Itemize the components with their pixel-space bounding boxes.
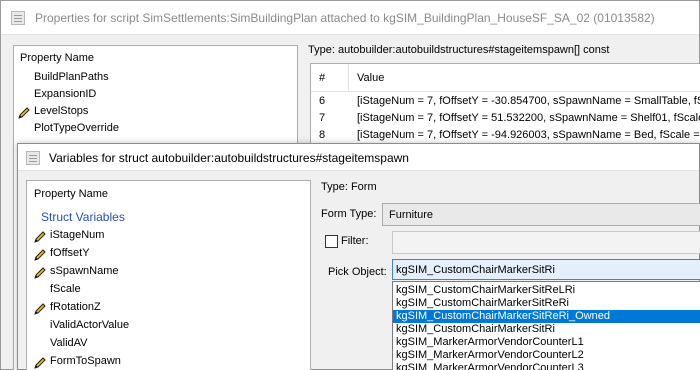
dialog-title: Variables for struct autobuilder:autobui…: [49, 151, 409, 165]
pencil-icon: [33, 230, 47, 244]
pick-object-label: Pick Object:: [328, 266, 387, 278]
pencil-icon: [33, 356, 47, 370]
variable-item[interactable]: fScale: [50, 283, 81, 300]
property-label: PlotTypeOverride: [34, 122, 119, 134]
variable-item[interactable]: sSpawnName: [34, 265, 119, 282]
struct-variable-list[interactable]: Property Name Struct Variables iStageNum…: [26, 180, 311, 370]
variable-label: iValidActorValue: [50, 319, 130, 331]
type-label: Type: Form: [321, 181, 377, 193]
table-row[interactable]: 7 [iStageNum = 7, fOffsetY = 51.532200, …: [311, 110, 700, 126]
dropdown-option[interactable]: kgSIM_MarkerArmorVendorCounterL1: [393, 336, 700, 349]
variable-label: fScale: [50, 283, 81, 295]
pick-object-combobox[interactable]: kgSIM_CustomChairMarkerSitRi: [392, 259, 700, 280]
window-title: Properties for script SimSettlements:Sim…: [35, 11, 655, 25]
pencil-icon: [33, 248, 47, 262]
property-label: ExpansionID: [34, 88, 97, 100]
pick-object-value: kgSIM_CustomChairMarkerSitRi: [396, 264, 555, 276]
variable-label: sSpawnName: [50, 265, 119, 277]
variable-label: FormToSpawn: [50, 355, 121, 367]
property-item[interactable]: BuildPlanPaths: [34, 71, 109, 88]
dropdown-option[interactable]: kgSIM_CustomChairMarkerSitRi: [393, 323, 700, 336]
filter-input[interactable]: [392, 231, 700, 254]
pencil-icon: [17, 106, 31, 120]
row-value: [iStageNum = 7, fOffsetY = -94.926003, s…: [357, 129, 700, 141]
property-item[interactable]: ExpansionID: [34, 88, 96, 105]
value-editor-panel: Type: Form Form Type: Furniture Filter: …: [321, 180, 700, 370]
dropdown-option-selected[interactable]: kgSIM_CustomChairMarkerSitReRi_Owned: [393, 310, 700, 323]
row-index: 8: [319, 129, 326, 141]
row-value: [iStageNum = 7, fOffsetY = -30.854700, s…: [357, 95, 700, 107]
form-type-value: Furniture: [389, 209, 434, 221]
dropdown-option[interactable]: kgSIM_MarkerArmorVendorCounterL2: [393, 349, 700, 362]
property-item[interactable]: LevelStops: [18, 105, 89, 122]
row-index: 6: [319, 95, 326, 107]
values-table[interactable]: # Value 6 [iStageNum = 7, fOffsetY = -30…: [310, 63, 700, 153]
variable-item[interactable]: iValidActorValue: [50, 319, 129, 336]
type-label: Type: autobuilder:autobuildstructures#st…: [308, 44, 610, 56]
row-value: [iStageNum = 7, fOffsetY = 51.532200, sS…: [357, 112, 700, 124]
dropdown-option[interactable]: kgSIM_MarkerArmorVendorCounterL3: [393, 362, 700, 370]
pencil-icon: [33, 302, 47, 316]
index-column-header[interactable]: #: [319, 72, 325, 84]
variable-label: fRotationZ: [50, 301, 101, 313]
form-type-label: Form Type:: [321, 208, 377, 220]
dropdown-option[interactable]: kgSIM_CustomChairMarkerSitReRi: [393, 297, 700, 310]
filter-label: Filter:: [341, 235, 369, 247]
filter-checkbox[interactable]: [325, 235, 338, 248]
struct-variables-group[interactable]: Struct Variables: [41, 210, 125, 224]
title-bar: Properties for script SimSettlements:Sim…: [1, 1, 699, 35]
pencil-icon: [33, 266, 47, 280]
column-divider[interactable]: [348, 64, 349, 92]
table-header: # Value: [311, 64, 700, 92]
variable-item[interactable]: iStageNum: [34, 229, 105, 246]
value-column-header[interactable]: Value: [357, 72, 384, 84]
pick-object-dropdown-list[interactable]: kgSIM_CustomChairMarkerSitReLRi kgSIM_Cu…: [392, 281, 700, 370]
dialog-title-bar: Variables for struct autobuilder:autobui…: [18, 144, 699, 171]
variable-item[interactable]: FormToSpawn: [34, 355, 121, 370]
app-icon: [26, 151, 40, 165]
variable-label: ValidAV: [50, 337, 88, 349]
dropdown-option[interactable]: kgSIM_CustomChairMarkerSitReLRi: [393, 284, 700, 297]
table-row[interactable]: 8 [iStageNum = 7, fOffsetY = -94.926003,…: [311, 127, 700, 143]
app-icon: [11, 11, 25, 25]
variable-label: fOffsetY: [50, 247, 90, 259]
variable-item[interactable]: fRotationZ: [34, 301, 101, 318]
variable-item[interactable]: fOffsetY: [34, 247, 90, 264]
form-type-dropdown[interactable]: Furniture: [382, 203, 700, 226]
row-index: 7: [319, 112, 326, 124]
property-label: LevelStops: [34, 105, 89, 117]
property-name-header: Property Name: [20, 52, 94, 64]
variable-label: iStageNum: [50, 229, 105, 241]
struct-variables-dialog: Variables for struct autobuilder:autobui…: [17, 143, 700, 370]
property-item[interactable]: PlotTypeOverride: [34, 122, 119, 139]
table-row[interactable]: 6 [iStageNum = 7, fOffsetY = -30.854700,…: [311, 93, 700, 109]
property-label: BuildPlanPaths: [34, 71, 109, 83]
property-name-header: Property Name: [34, 188, 108, 200]
variable-item[interactable]: ValidAV: [50, 337, 88, 354]
